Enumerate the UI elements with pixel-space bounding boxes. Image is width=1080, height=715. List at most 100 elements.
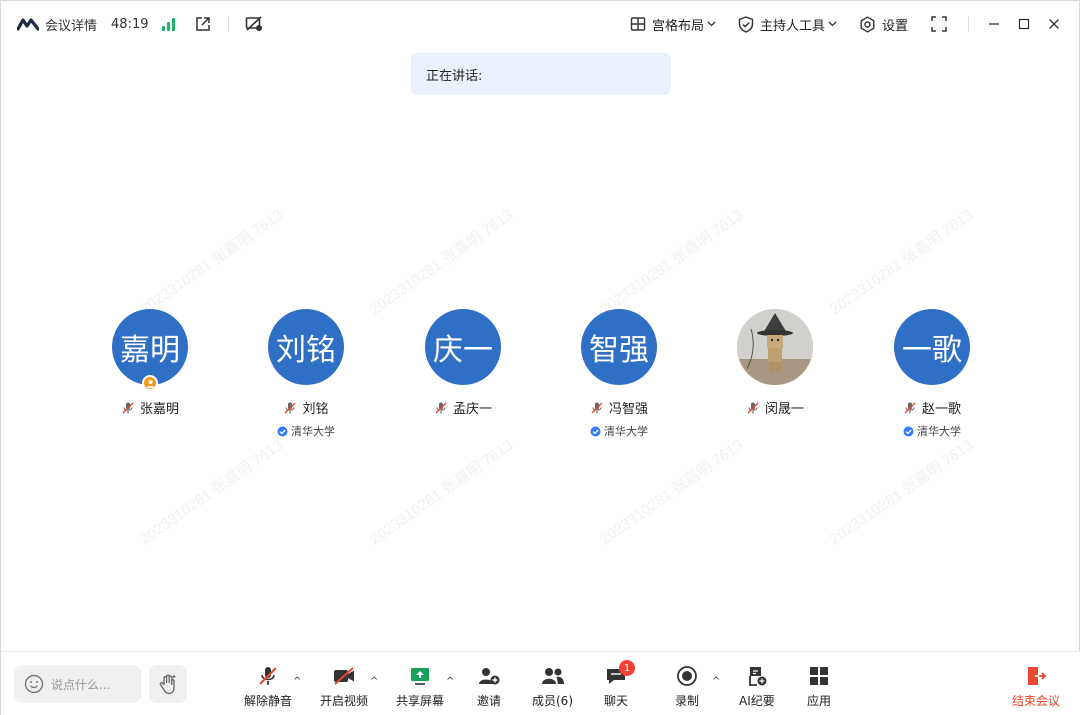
audio-options-caret[interactable]: ^ (293, 676, 301, 687)
host-tools-button[interactable]: 主持人工具 (738, 15, 843, 34)
add-person-icon (479, 668, 500, 685)
start-video-label: 开启视频 (320, 694, 369, 708)
share-options-caret[interactable]: ^ (446, 676, 454, 687)
fullscreen-icon[interactable] (924, 9, 954, 39)
chat-button[interactable]: 1 聊天 (604, 660, 635, 709)
apps-grid-icon (810, 667, 828, 685)
record-label: 录制 (675, 694, 700, 708)
top-bar: 会议详情 48:19 宫格布局 主持人工具 设置 (1, 1, 1080, 47)
maximize-icon[interactable] (1009, 9, 1039, 39)
screen-share-off-icon[interactable] (243, 13, 265, 35)
danbo-figure-photo (737, 309, 813, 385)
participant-grid: 嘉明 张嘉明 刘铭 刘铭 清华大学 庆一 孟庆一 智强 冯智强 清华大学 闵晟一… (1, 309, 1080, 449)
meeting-info-link[interactable]: 会议详情 (45, 15, 97, 34)
raise-hand-icon (159, 674, 176, 695)
invite-button[interactable]: 邀请 (477, 664, 501, 709)
signal-strength-icon[interactable] (162, 17, 178, 31)
camera-off-icon (334, 667, 354, 685)
active-speaker-label: 正在讲话: (426, 68, 483, 84)
ai-notes-icon (748, 667, 767, 686)
mic-muted-icon (591, 402, 603, 413)
quick-chat-input[interactable]: 说点什么... (14, 665, 141, 703)
smiley-icon (24, 674, 44, 694)
participant-name: 刘铭 (302, 402, 329, 417)
gear-icon (860, 15, 875, 33)
participant-tile[interactable]: 一歌 赵一歌 清华大学 (854, 309, 1010, 439)
avatar-initials: 一歌 (902, 333, 962, 368)
avatar-initials: 嘉明 (120, 333, 180, 368)
participant-tile[interactable]: 嘉明 张嘉明 (72, 309, 228, 417)
avatar: 智强 (581, 309, 657, 385)
host-badge-icon (142, 375, 158, 391)
avatar-initials: 刘铭 (276, 333, 336, 368)
chevron-down-icon (707, 21, 716, 27)
minimize-icon[interactable] (979, 9, 1009, 39)
settings-label: 设置 (881, 18, 908, 34)
share-screen-button[interactable]: 共享屏幕 (396, 664, 444, 709)
members-label: 成员(6) (532, 694, 573, 708)
avatar-initials: 庆一 (433, 333, 493, 368)
participant-org: 清华大学 (291, 425, 335, 438)
members-icon (541, 668, 564, 684)
share-screen-label: 共享屏幕 (396, 694, 445, 708)
apps-button[interactable]: 应用 (807, 664, 831, 709)
record-icon (677, 666, 697, 686)
avatar: 嘉明 (112, 309, 188, 391)
record-options-caret[interactable]: ^ (712, 676, 720, 687)
mic-muted-icon (284, 402, 296, 413)
participant-org: 清华大学 (604, 425, 648, 438)
members-button[interactable]: 成员(6) (532, 664, 573, 709)
meeting-window: 会议详情 48:19 宫格布局 主持人工具 设置 正在讲话: 202331028… (0, 0, 1080, 715)
tencent-meeting-logo (17, 18, 39, 31)
avatar: 刘铭 (268, 309, 344, 385)
grid-layout-icon (630, 17, 646, 31)
mic-muted-icon (435, 402, 447, 413)
unmute-button[interactable]: 解除静音 (244, 664, 292, 709)
end-meeting-button[interactable]: 结束会议 (1012, 664, 1060, 709)
exit-icon (1028, 667, 1047, 685)
mic-muted-icon (122, 402, 134, 413)
window-controls-divider (968, 16, 969, 32)
share-screen-icon (411, 668, 429, 685)
watermark-text: 2023310281 张嘉明 7613 (137, 206, 287, 319)
verified-badge-icon (903, 426, 914, 436)
popout-window-icon[interactable] (192, 13, 214, 35)
chat-label: 聊天 (604, 694, 629, 708)
chat-unread-badge: 1 (619, 660, 635, 676)
start-video-button[interactable]: 开启视频 (320, 664, 368, 709)
participant-tile[interactable]: 刘铭 刘铭 清华大学 (228, 309, 384, 439)
toolbar-divider (228, 16, 230, 32)
watermark-text: 2023310281 张嘉明 7613 (597, 436, 747, 549)
record-button[interactable]: 录制 (675, 664, 699, 709)
layout-menu-button[interactable]: 宫格布局 (630, 15, 722, 34)
invite-label: 邀请 (477, 694, 502, 708)
participant-name: 张嘉明 (139, 402, 179, 417)
watermark-text: 2023310281 张嘉明 7613 (597, 206, 747, 319)
quick-chat-placeholder: 说点什么... (51, 677, 111, 692)
participant-tile[interactable]: 庆一 孟庆一 (385, 309, 541, 417)
raise-hand-button[interactable] (149, 665, 187, 703)
unmute-label: 解除静音 (244, 694, 293, 708)
host-tools-label: 主持人工具 (759, 18, 825, 34)
video-options-caret[interactable]: ^ (370, 676, 378, 687)
watermark-text: 2023310281 张嘉明 7613 (367, 206, 517, 319)
watermark-text: 2023310281 张嘉明 7613 (367, 436, 517, 549)
active-speaker-banner: 正在讲话: (411, 53, 671, 95)
mic-muted-icon (904, 402, 916, 413)
watermark-text: 2023310281 张嘉明 7613 (827, 206, 977, 319)
settings-button[interactable]: 设置 (859, 15, 908, 34)
watermark-text: 2023310281 张嘉明 7613 (137, 436, 287, 549)
participant-tile[interactable]: 闵晟一 (697, 309, 853, 417)
close-icon[interactable] (1039, 9, 1069, 39)
participant-name: 孟庆一 (452, 402, 492, 417)
avatar: 庆一 (425, 309, 501, 385)
participant-name: 冯智强 (608, 402, 648, 417)
ai-minutes-button[interactable]: AI纪要 (739, 664, 775, 709)
avatar-initials: 智强 (589, 333, 649, 368)
participant-tile[interactable]: 智强 冯智强 清华大学 (541, 309, 697, 439)
shield-check-icon (738, 15, 754, 33)
participant-name: 闵晟一 (764, 402, 804, 417)
layout-label: 宫格布局 (651, 18, 704, 34)
participant-org: 清华大学 (917, 425, 961, 438)
mic-muted-icon (259, 667, 277, 685)
